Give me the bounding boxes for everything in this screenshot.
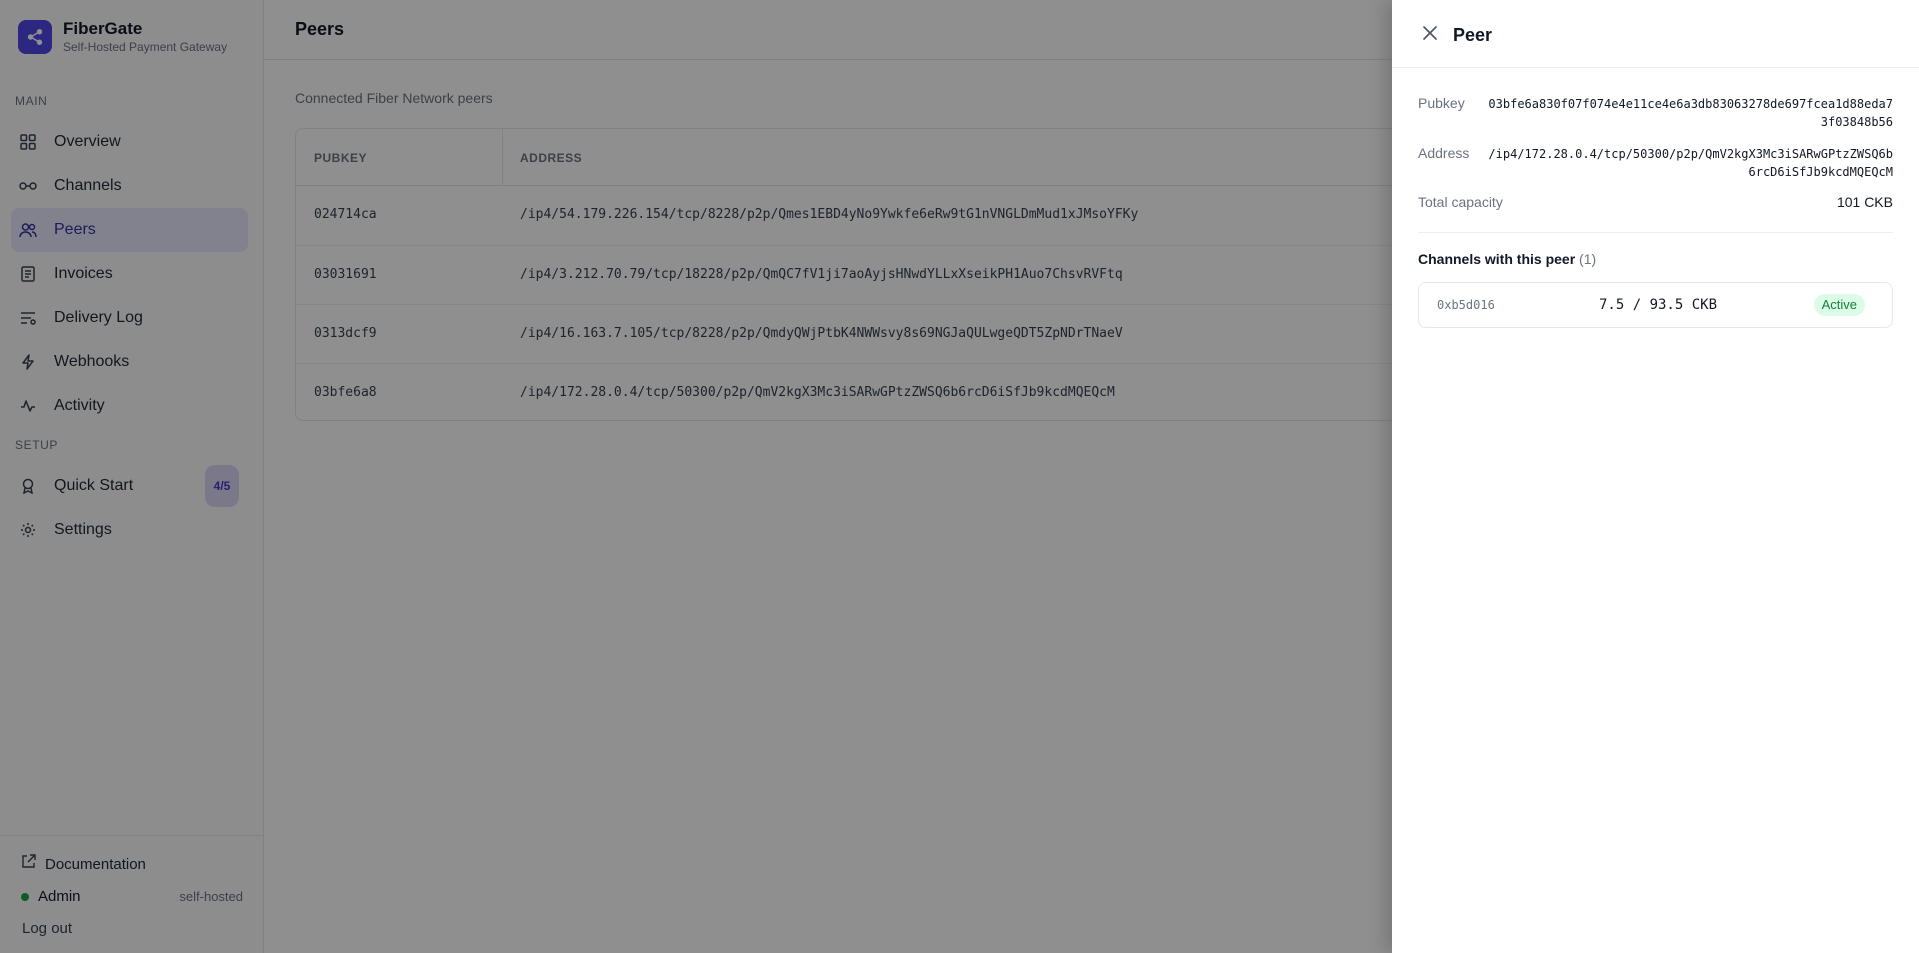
channel-id: 0xb5d016 (1437, 298, 1495, 312)
peer-detail-drawer: Peer Pubkey 03bfe6a830f07f074e4e11ce4e6a… (1392, 0, 1919, 953)
divider (1418, 232, 1893, 233)
pubkey-label: Pubkey (1418, 95, 1465, 111)
address-value: /ip4/172.28.0.4/tcp/50300/p2p/QmV2kgX3Mc… (1488, 147, 1893, 179)
drawer-title: Peer (1453, 25, 1493, 45)
close-icon (1422, 25, 1438, 46)
channels-heading: Channels with this peer (1) (1418, 251, 1596, 267)
capacity-value: 101 CKB (1836, 194, 1893, 210)
channel-list-item[interactable]: 0xb5d016 7.5 / 93.5 CKB Active (1418, 282, 1893, 328)
address-label: Address (1418, 145, 1470, 161)
status-badge: Active (1813, 294, 1865, 316)
close-button[interactable] (1419, 24, 1441, 46)
pubkey-value: 03bfe6a830f07f074e4e11ce4e6a3db83063278d… (1488, 97, 1893, 129)
channels-heading-label: Channels with this peer (1418, 251, 1576, 267)
app: FiberGate Self-Hosted Payment Gateway MA… (0, 0, 1919, 953)
drawer-header: Peer (1392, 0, 1919, 68)
channels-count: (1) (1579, 251, 1597, 267)
channel-balance: 7.5 / 93.5 CKB (1599, 297, 1718, 313)
